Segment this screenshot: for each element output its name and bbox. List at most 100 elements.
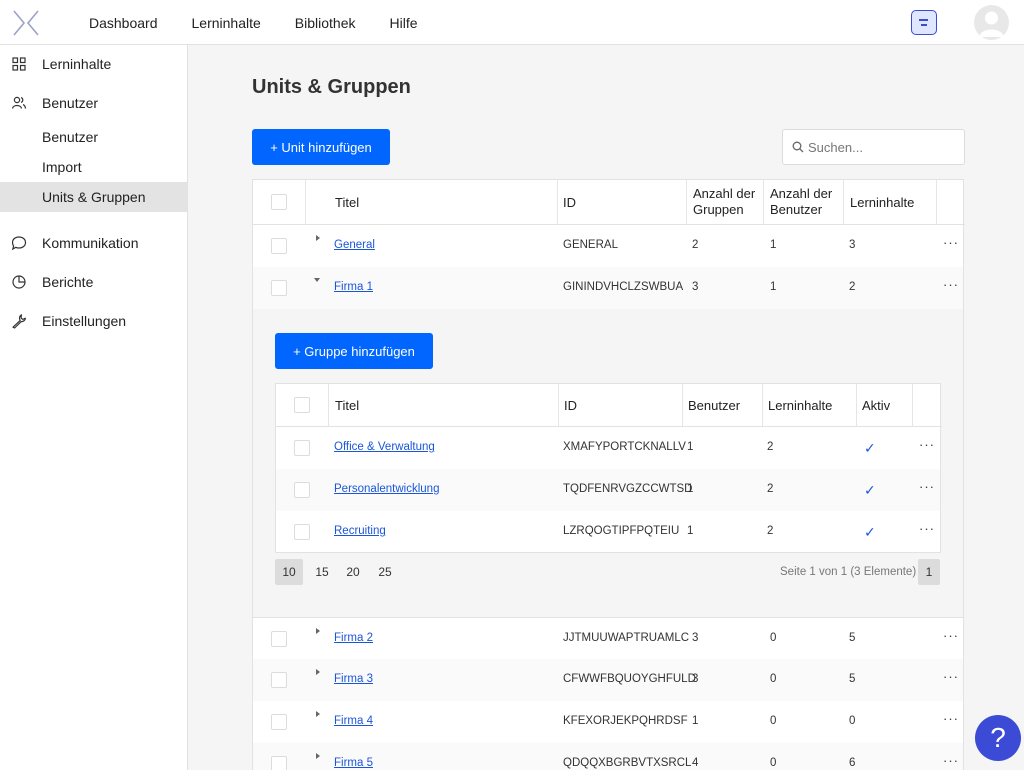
select-all-checkbox[interactable] bbox=[271, 194, 287, 210]
logo-icon[interactable] bbox=[12, 9, 40, 37]
group-user-count: 1 bbox=[687, 525, 694, 537]
nav-hilfe[interactable]: Hilfe bbox=[372, 15, 434, 31]
content-count: 2 bbox=[849, 281, 856, 293]
header-label: Anzahl der Gruppen bbox=[693, 186, 755, 218]
column-header-titel[interactable]: Titel bbox=[305, 180, 557, 224]
sidebar-item-lerninhalte[interactable]: Lerninhalte bbox=[0, 49, 187, 79]
nav-lerninhalte[interactable]: Lerninhalte bbox=[175, 15, 278, 31]
more-options-icon[interactable]: ··· bbox=[943, 628, 959, 643]
add-group-button[interactable]: + Gruppe hinzufügen bbox=[275, 333, 433, 369]
user-count: 1 bbox=[770, 281, 777, 293]
expand-caret-icon[interactable] bbox=[316, 628, 320, 634]
row-checkbox[interactable] bbox=[271, 756, 287, 770]
help-button[interactable]: ? bbox=[975, 715, 1021, 761]
avatar[interactable] bbox=[974, 5, 1009, 40]
group-title-link[interactable]: Personalentwicklung bbox=[334, 483, 439, 495]
expand-caret-icon[interactable] bbox=[316, 711, 320, 717]
row-checkbox[interactable] bbox=[271, 238, 287, 254]
column-header-lerninhalte[interactable]: Lerninhalte bbox=[843, 180, 936, 224]
row-checkbox[interactable] bbox=[271, 631, 287, 647]
page-size-25[interactable]: 25 bbox=[371, 559, 399, 585]
group-count: 2 bbox=[692, 239, 699, 251]
group-column-header-aktiv[interactable]: Aktiv bbox=[856, 384, 912, 426]
more-options-icon[interactable]: ··· bbox=[919, 437, 935, 452]
page-size-15[interactable]: 15 bbox=[308, 559, 336, 585]
table-row: Firma 2 JJTMUUWAPTRUAMLC 3 0 5 ··· bbox=[253, 617, 963, 659]
row-checkbox[interactable] bbox=[294, 482, 310, 498]
column-header-actions bbox=[936, 180, 963, 224]
group-column-header-id[interactable]: ID bbox=[558, 384, 682, 426]
header-label: ID bbox=[563, 194, 576, 210]
header-label-line2: Gruppen bbox=[693, 202, 744, 217]
sidebar-subitem-import[interactable]: Import bbox=[0, 152, 187, 182]
messages-icon[interactable] bbox=[911, 10, 937, 35]
sidebar-item-benutzer[interactable]: Benutzer bbox=[0, 88, 187, 118]
search-input[interactable] bbox=[808, 130, 958, 164]
more-options-icon[interactable]: ··· bbox=[919, 479, 935, 494]
row-checkbox[interactable] bbox=[271, 672, 287, 688]
more-options-icon[interactable]: ··· bbox=[943, 711, 959, 726]
add-unit-button[interactable]: + Unit hinzufügen bbox=[252, 129, 390, 165]
expand-caret-icon[interactable] bbox=[316, 753, 320, 759]
nav-dashboard[interactable]: Dashboard bbox=[72, 15, 175, 31]
content-count: 0 bbox=[849, 715, 856, 727]
sidebar-item-label: Einstellungen bbox=[42, 313, 127, 329]
sidebar-item-berichte[interactable]: Berichte bbox=[0, 267, 187, 297]
user-count: 0 bbox=[770, 757, 777, 769]
page-size-20[interactable]: 20 bbox=[339, 559, 367, 585]
group-count: 3 bbox=[692, 281, 699, 293]
more-options-icon[interactable]: ··· bbox=[943, 669, 959, 684]
nav-bibliothek[interactable]: Bibliothek bbox=[278, 15, 373, 31]
group-column-header-titel[interactable]: Titel bbox=[328, 384, 558, 426]
grid-icon bbox=[12, 57, 26, 71]
expand-caret-icon[interactable] bbox=[316, 669, 320, 675]
unit-title-link[interactable]: Firma 3 bbox=[334, 673, 373, 685]
group-count: 1 bbox=[692, 715, 699, 727]
more-options-icon[interactable]: ··· bbox=[943, 277, 959, 292]
user-avatar-icon bbox=[979, 11, 1004, 37]
table-row: Recruiting LZRQOGTIPFPQTEIU 1 2 ✓ ··· bbox=[276, 511, 940, 553]
content-count: 5 bbox=[849, 673, 856, 685]
unit-title-link[interactable]: Firma 4 bbox=[334, 715, 373, 727]
column-header-benutzer[interactable]: Anzahl der Benutzer bbox=[763, 180, 843, 224]
more-options-icon[interactable]: ··· bbox=[919, 521, 935, 536]
more-options-icon[interactable]: ··· bbox=[943, 235, 959, 250]
user-count: 0 bbox=[770, 632, 777, 644]
row-checkbox[interactable] bbox=[271, 280, 287, 296]
unit-title-link[interactable]: Firma 5 bbox=[334, 757, 373, 769]
group-title-link[interactable]: Recruiting bbox=[334, 525, 386, 537]
unit-title-link[interactable]: Firma 2 bbox=[334, 632, 373, 644]
collapse-caret-icon[interactable] bbox=[314, 278, 320, 282]
sidebar-subitem-label: Import bbox=[42, 159, 82, 175]
row-checkbox[interactable] bbox=[294, 524, 310, 540]
page-size-10[interactable]: 10 bbox=[275, 559, 303, 585]
groups-table: Titel ID Benutzer Lerninhalte Aktiv Offi… bbox=[275, 383, 942, 553]
header-label-line1: Anzahl der bbox=[770, 186, 833, 201]
unit-title-link[interactable]: Firma 1 bbox=[334, 281, 373, 293]
group-title-link[interactable]: Office & Verwaltung bbox=[334, 441, 435, 453]
expand-caret-icon[interactable] bbox=[316, 235, 320, 241]
active-check-icon: ✓ bbox=[864, 482, 876, 498]
group-content-count: 2 bbox=[767, 441, 774, 453]
top-navigation: Dashboard Lerninhalte Bibliothek Hilfe bbox=[72, 0, 435, 45]
group-column-header-lerninhalte[interactable]: Lerninhalte bbox=[762, 384, 856, 426]
chat-bubble-icon bbox=[11, 236, 27, 251]
unit-title-link[interactable]: General bbox=[334, 239, 375, 251]
row-checkbox[interactable] bbox=[271, 714, 287, 730]
group-count: 3 bbox=[692, 673, 699, 685]
sidebar-item-label: Lerninhalte bbox=[42, 56, 112, 72]
sidebar-item-kommunikation[interactable]: Kommunikation bbox=[0, 228, 187, 258]
column-header-id[interactable]: ID bbox=[557, 180, 686, 224]
column-header-gruppen[interactable]: Anzahl der Gruppen bbox=[686, 180, 763, 224]
table-row: Office & Verwaltung XMAFYPORTCKNALLV 1 2… bbox=[276, 427, 940, 469]
sidebar-subitem-benutzer[interactable]: Benutzer bbox=[0, 122, 187, 152]
question-mark-icon: ? bbox=[990, 722, 1006, 753]
sidebar-item-einstellungen[interactable]: Einstellungen bbox=[0, 306, 187, 336]
select-all-groups-checkbox[interactable] bbox=[294, 397, 310, 413]
page-number-1[interactable]: 1 bbox=[918, 559, 940, 585]
group-id: XMAFYPORTCKNALLV bbox=[563, 441, 686, 453]
row-checkbox[interactable] bbox=[294, 440, 310, 456]
more-options-icon[interactable]: ··· bbox=[943, 753, 959, 768]
sidebar-subitem-units-gruppen[interactable]: Units & Gruppen bbox=[0, 182, 187, 212]
group-column-header-benutzer[interactable]: Benutzer bbox=[682, 384, 762, 426]
